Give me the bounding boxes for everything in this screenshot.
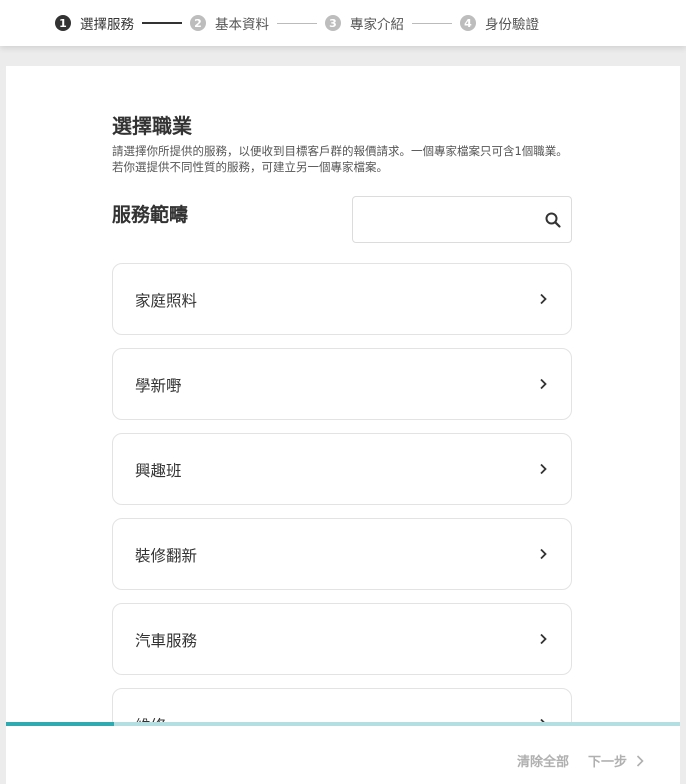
chevron-right-icon [540,633,547,645]
step-connector [142,22,182,24]
category-label: 維修 [135,714,166,722]
step-number: 3 [325,15,341,31]
step-number: 1 [55,15,71,31]
search-icon[interactable] [544,211,562,229]
page-description: 請選擇你所提供的服務，以便收到目標客戶群的報價請求。一個專家檔案只可含1個職業。… [112,144,568,174]
category-label: 汽車服務 [135,632,198,650]
category-label: 興趣班 [135,462,182,480]
step-label: 身份驗證 [485,17,539,33]
scroll-content[interactable]: 選擇職業 請選擇你所提供的服務，以便收到目標客戶群的報價請求。一個專家檔案只可含… [112,66,572,722]
step-4: 4 身份驗證 [460,13,539,33]
step-1: 1 選擇服務 [55,13,134,33]
step-3: 3 專家介紹 [325,13,404,33]
step-label: 基本資料 [215,17,269,33]
chevron-right-icon [540,293,547,305]
step-connector [277,22,317,24]
search-box[interactable] [352,196,572,243]
category-item-hobby-class[interactable]: 興趣班 [112,433,572,505]
category-item-car-service[interactable]: 汽車服務 [112,603,572,675]
next-step-button[interactable]: 下一步 [588,751,644,770]
category-item-learning[interactable]: 學新嘢 [112,348,572,420]
category-item-repair[interactable]: 維修 [112,688,572,722]
step-connector [412,22,452,24]
clear-all-button[interactable]: 清除全部 [517,751,569,770]
step-number: 4 [460,15,476,31]
chevron-right-icon [540,463,547,475]
next-step-label: 下一步 [588,755,628,770]
page-title: 選擇職業 [112,114,192,138]
category-label: 裝修翻新 [135,547,198,565]
category-item-renovation[interactable]: 裝修翻新 [112,518,572,590]
step-number: 2 [190,15,206,31]
chevron-right-icon [636,754,644,767]
chevron-right-icon [540,378,547,390]
progress-stepper: 1 選擇服務 2 基本資料 3 專家介紹 4 身份驗證 [0,0,686,46]
main-card: 選擇職業 請選擇你所提供的服務，以便收到目標客戶群的報價請求。一個專家檔案只可含… [6,66,680,784]
footer-bar: 清除全部 下一步 [6,726,680,784]
category-label: 學新嘢 [135,377,182,395]
category-item-home-care[interactable]: 家庭照料 [112,263,572,335]
step-label: 選擇服務 [80,17,134,33]
step-2: 2 基本資料 [190,13,269,33]
category-label: 家庭照料 [135,292,198,310]
search-input[interactable] [353,197,538,242]
category-list: 家庭照料 學新嘢 興趣班 裝修翻新 汽車服務 維修 [112,263,572,722]
section-title: 服務範疇 [112,204,189,226]
step-label: 專家介紹 [350,17,404,33]
chevron-right-icon [540,548,547,560]
